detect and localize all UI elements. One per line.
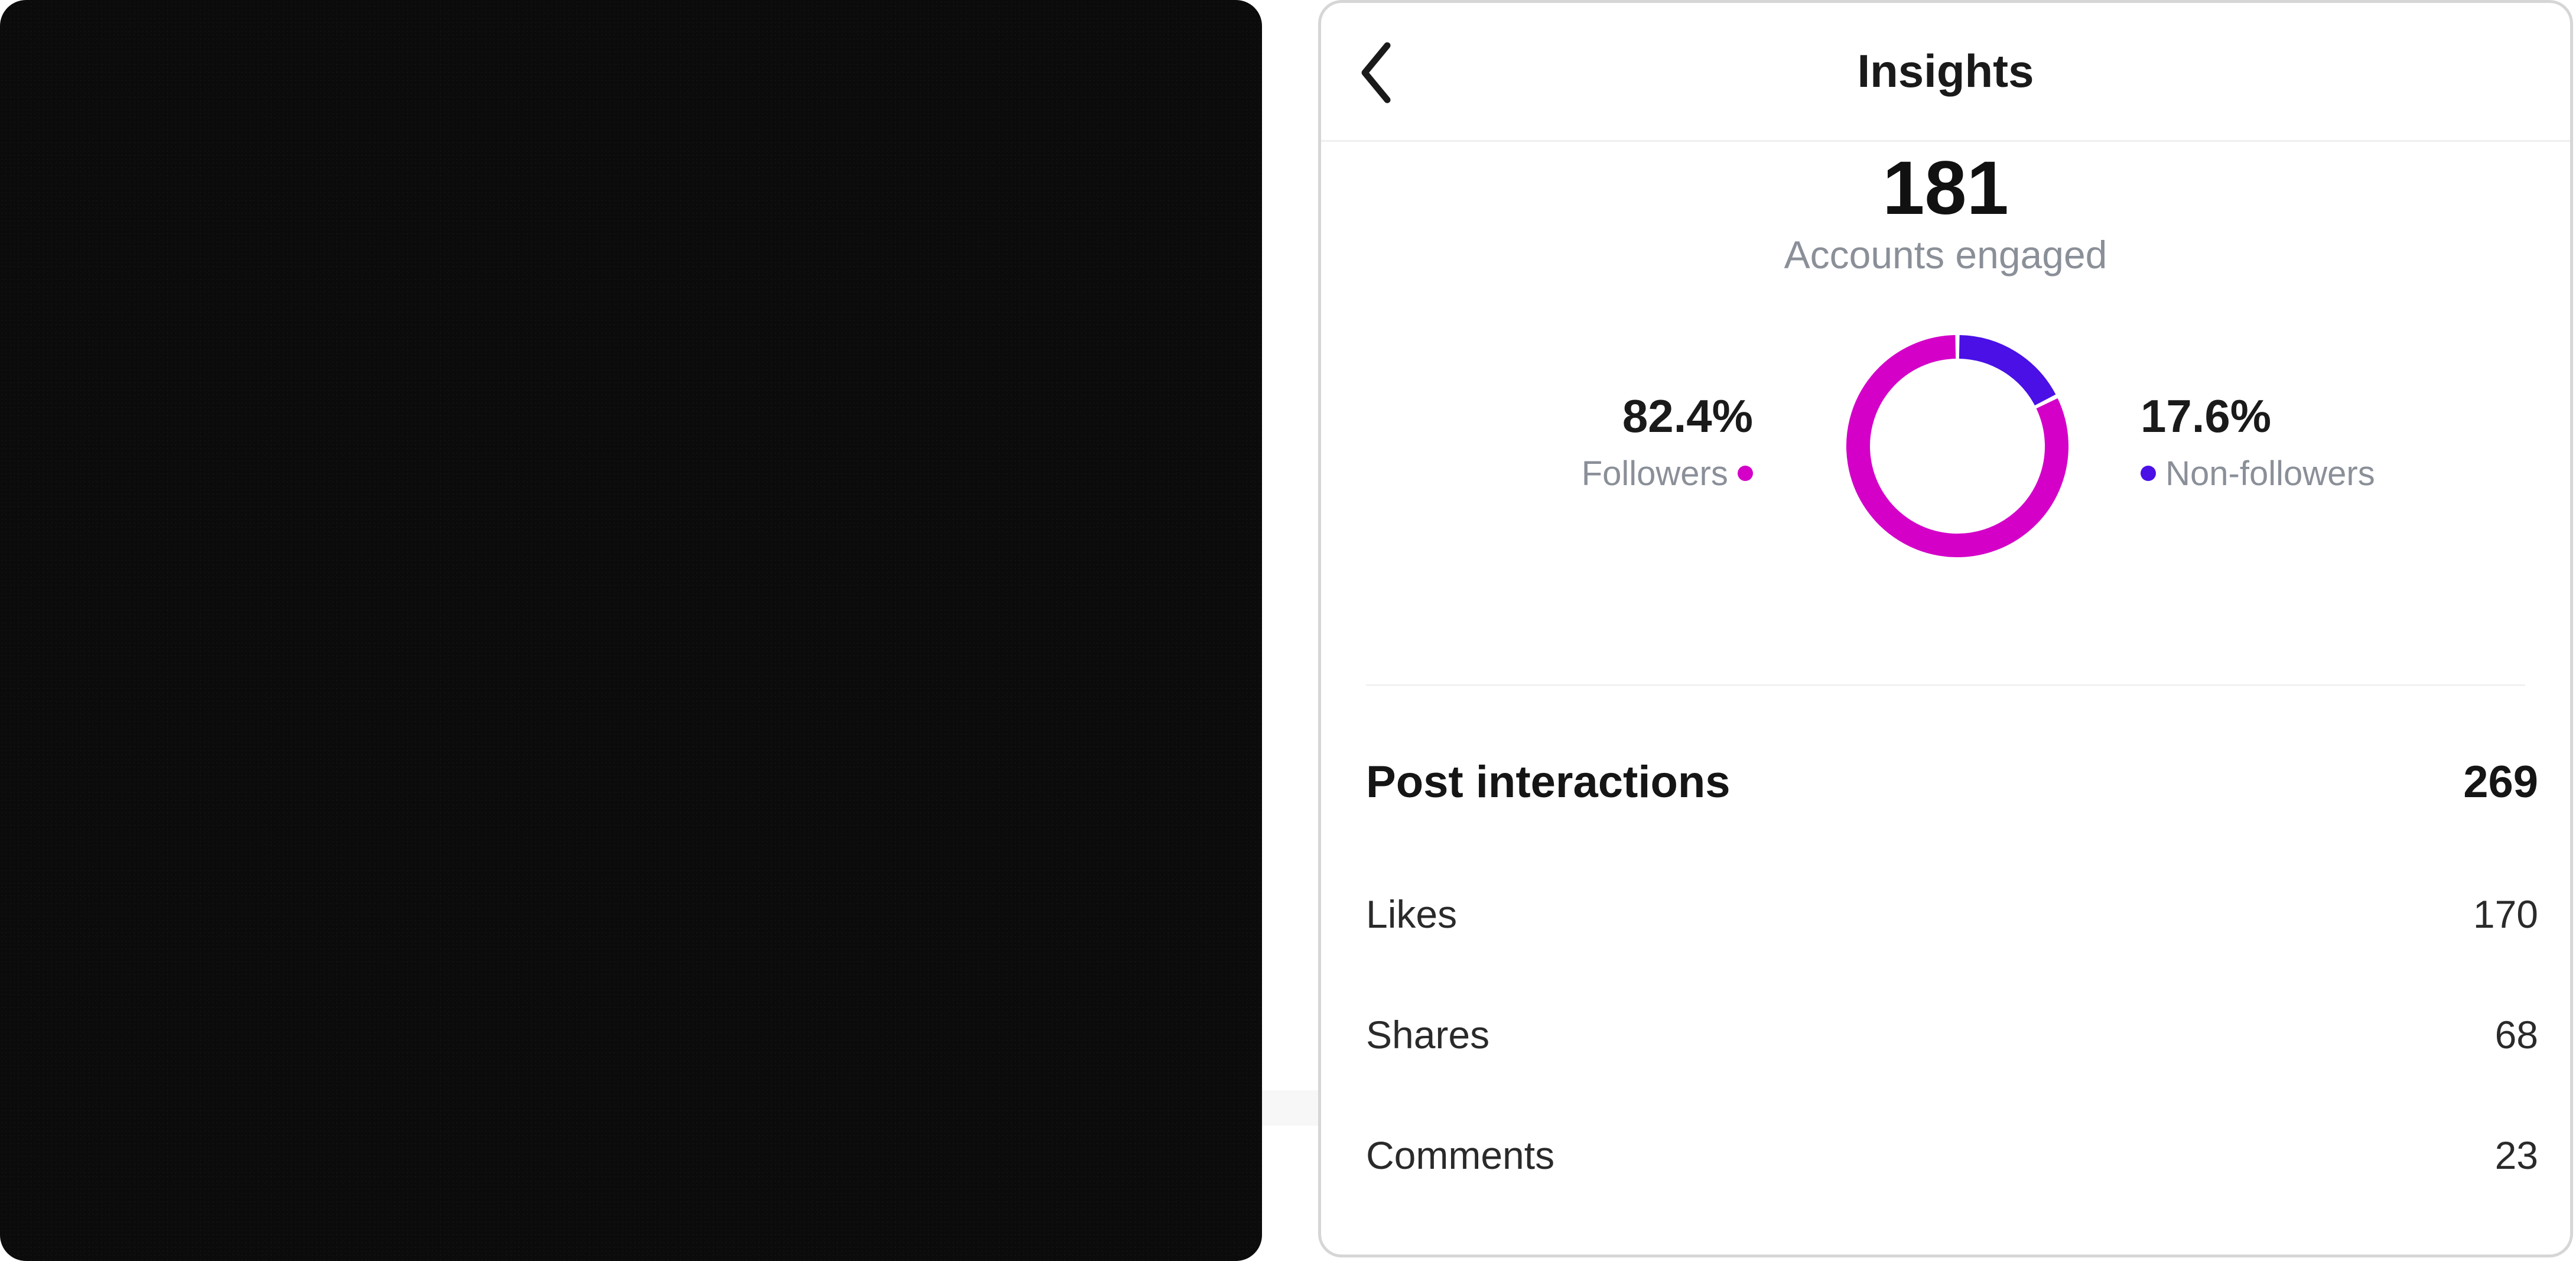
followers-label: Followers bbox=[1581, 454, 1728, 493]
non-followers-stat: 17.6% Non-followers bbox=[2141, 393, 2375, 491]
shares-value: 68 bbox=[2494, 1013, 2538, 1057]
post-interactions-total: 269 bbox=[2463, 757, 2538, 807]
likes-label: Likes bbox=[1366, 892, 1458, 936]
followers-legend: Followers bbox=[1582, 457, 1753, 491]
followers-stat: 82.4% Followers bbox=[1582, 393, 1753, 491]
comments-label: Comments bbox=[1366, 1133, 1555, 1177]
screen: Insights 181 Accounts engaged 82.4% Foll… bbox=[0, 0, 2576, 1261]
donut-slice-non-followers bbox=[1959, 335, 2056, 406]
shares-row[interactable]: Shares 68 bbox=[1366, 1012, 2538, 1057]
insights-panel: Insights 181 Accounts engaged 82.4% Foll… bbox=[1318, 0, 2573, 1257]
likes-value: 170 bbox=[2473, 892, 2538, 936]
engagement-donut-chart bbox=[1846, 335, 2068, 557]
insights-header: Insights bbox=[1321, 3, 2570, 142]
followers-percent: 82.4% bbox=[1622, 390, 1753, 442]
page-title: Insights bbox=[1857, 45, 2034, 97]
section-divider bbox=[1366, 684, 2525, 686]
comments-value: 23 bbox=[2494, 1133, 2538, 1177]
accounts-engaged-count: 181 bbox=[1882, 146, 2009, 230]
divider-strip bbox=[1262, 1090, 1321, 1126]
post-interactions-row[interactable]: Post interactions 269 bbox=[1366, 756, 2538, 808]
non-followers-legend: Non-followers bbox=[2141, 457, 2375, 491]
likes-row[interactable]: Likes 170 bbox=[1366, 892, 2538, 937]
shares-label: Shares bbox=[1366, 1013, 1490, 1057]
post-media-preview bbox=[0, 0, 1262, 1261]
accounts-engaged-label: Accounts engaged bbox=[1784, 233, 2107, 277]
non-followers-percent: 17.6% bbox=[2141, 390, 2272, 442]
followers-dot-icon bbox=[1738, 465, 1753, 481]
non-followers-label: Non-followers bbox=[2165, 454, 2375, 493]
comments-row[interactable]: Comments 23 bbox=[1366, 1133, 2538, 1178]
non-followers-dot-icon bbox=[2141, 465, 2156, 481]
post-interactions-title: Post interactions bbox=[1366, 757, 1731, 807]
